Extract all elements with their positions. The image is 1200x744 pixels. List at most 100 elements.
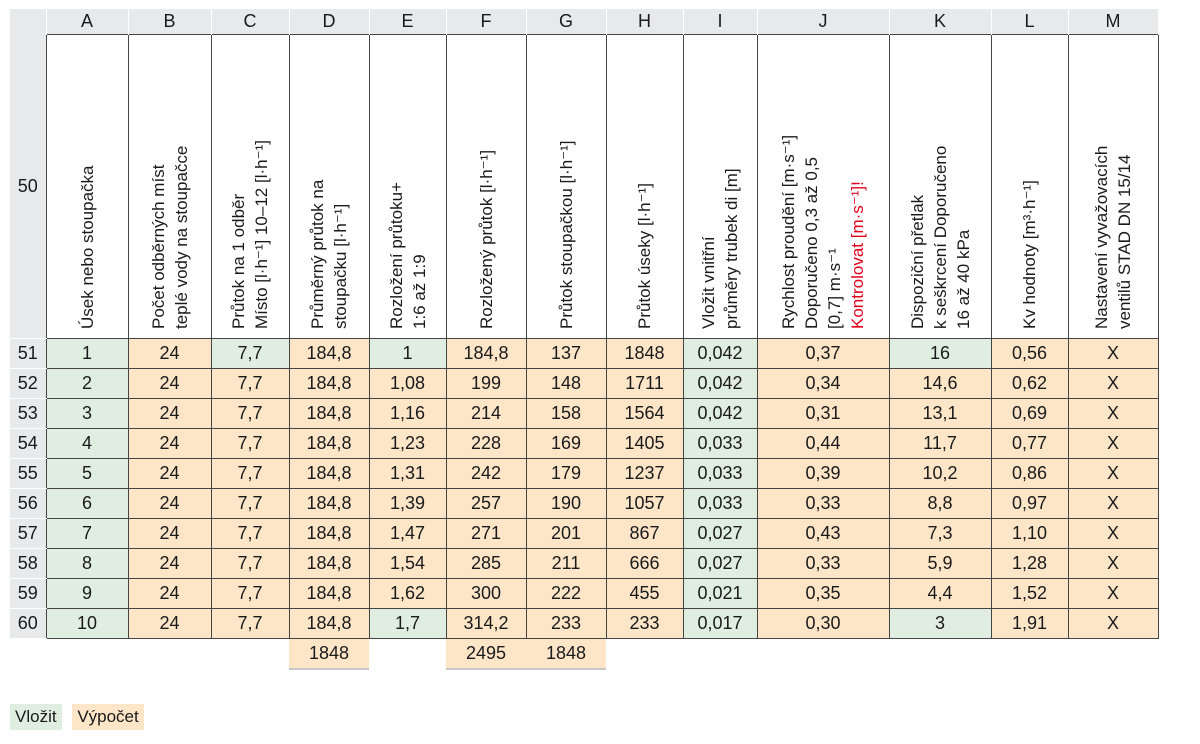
cell-b59[interactable]: 24 xyxy=(127,578,212,609)
cell-a51[interactable]: 1 xyxy=(45,338,129,369)
column-header-c[interactable]: C xyxy=(211,9,290,35)
header-cell-g[interactable]: Průtok stoupačkou [l·h⁻¹] xyxy=(525,34,607,339)
cell-g59[interactable]: 222 xyxy=(525,578,607,609)
cell-b52[interactable]: 24 xyxy=(127,368,212,399)
cell-b57[interactable]: 24 xyxy=(127,518,212,549)
cell-m59[interactable]: X xyxy=(1067,578,1159,609)
cell-i55[interactable]: 0,033 xyxy=(682,458,758,489)
cell-e60[interactable]: 1,7 xyxy=(368,608,447,639)
header-cell-e[interactable]: Rozložení průtoku+ 1:6 až 1:9 xyxy=(368,34,447,339)
cell-m58[interactable]: X xyxy=(1067,548,1159,579)
cell-b54[interactable]: 24 xyxy=(127,428,212,459)
cell-h59[interactable]: 455 xyxy=(605,578,684,609)
cell-c54[interactable]: 7,7 xyxy=(210,428,290,459)
cell-h52[interactable]: 1711 xyxy=(605,368,684,399)
column-header-h[interactable]: H xyxy=(606,9,684,35)
column-header-d[interactable]: D xyxy=(289,9,370,35)
cell-g53[interactable]: 158 xyxy=(525,398,607,429)
cell-e59[interactable]: 1,62 xyxy=(368,578,447,609)
cell-a53[interactable]: 3 xyxy=(45,398,129,429)
cell-l52[interactable]: 0,62 xyxy=(990,368,1069,399)
column-header-g[interactable]: G xyxy=(526,9,607,35)
cell-l54[interactable]: 0,77 xyxy=(990,428,1069,459)
cell-b53[interactable]: 24 xyxy=(127,398,212,429)
header-cell-c[interactable]: Průtok na 1 odběr Místo [l·h⁻¹] 10–12 [l·… xyxy=(210,34,290,339)
header-cell-l[interactable]: Kv hodnoty [m³·h⁻¹] xyxy=(990,34,1069,339)
cell-m56[interactable]: X xyxy=(1067,488,1159,519)
cell-i56[interactable]: 0,033 xyxy=(682,488,758,519)
cell-d58[interactable]: 184,8 xyxy=(288,548,370,579)
total-cell-f[interactable]: 2495 xyxy=(446,638,526,670)
cell-h54[interactable]: 1405 xyxy=(605,428,684,459)
row-number[interactable]: 60 xyxy=(10,608,46,639)
cell-d53[interactable]: 184,8 xyxy=(288,398,370,429)
cell-e52[interactable]: 1,08 xyxy=(368,368,447,399)
cell-f60[interactable]: 314,2 xyxy=(445,608,527,639)
cell-g60[interactable]: 233 xyxy=(525,608,607,639)
column-header-l[interactable]: L xyxy=(991,9,1069,35)
cell-f59[interactable]: 300 xyxy=(445,578,527,609)
cell-l58[interactable]: 1,28 xyxy=(990,548,1069,579)
total-cell-g[interactable]: 1848 xyxy=(526,638,606,670)
cell-j57[interactable]: 0,43 xyxy=(756,518,890,549)
cell-m54[interactable]: X xyxy=(1067,428,1159,459)
cell-d59[interactable]: 184,8 xyxy=(288,578,370,609)
column-header-b[interactable]: B xyxy=(128,9,212,35)
header-cell-h[interactable]: Průtok úseky [l·h⁻¹] xyxy=(605,34,684,339)
cell-j54[interactable]: 0,44 xyxy=(756,428,890,459)
cell-i53[interactable]: 0,042 xyxy=(682,398,758,429)
cell-i60[interactable]: 0,017 xyxy=(682,608,758,639)
cell-e58[interactable]: 1,54 xyxy=(368,548,447,579)
cell-i59[interactable]: 0,021 xyxy=(682,578,758,609)
header-cell-j[interactable]: Rychlost proudění [m·s⁻¹] Doporučeno 0,3 … xyxy=(756,34,890,339)
cell-h55[interactable]: 1237 xyxy=(605,458,684,489)
cell-d60[interactable]: 184,8 xyxy=(288,608,370,639)
cell-m55[interactable]: X xyxy=(1067,458,1159,489)
cell-l51[interactable]: 0,56 xyxy=(990,338,1069,369)
cell-f57[interactable]: 271 xyxy=(445,518,527,549)
cell-k55[interactable]: 10,2 xyxy=(888,458,992,489)
cell-i51[interactable]: 0,042 xyxy=(682,338,758,369)
cell-k54[interactable]: 11,7 xyxy=(888,428,992,459)
cell-m60[interactable]: X xyxy=(1067,608,1159,639)
cell-l60[interactable]: 1,91 xyxy=(990,608,1069,639)
cell-g58[interactable]: 211 xyxy=(525,548,607,579)
row-number[interactable]: 51 xyxy=(10,338,46,369)
cell-j56[interactable]: 0,33 xyxy=(756,488,890,519)
cell-a52[interactable]: 2 xyxy=(45,368,129,399)
cell-c51[interactable]: 7,7 xyxy=(210,338,290,369)
cell-e56[interactable]: 1,39 xyxy=(368,488,447,519)
column-header-k[interactable]: K xyxy=(889,9,992,35)
cell-f56[interactable]: 257 xyxy=(445,488,527,519)
cell-m57[interactable]: X xyxy=(1067,518,1159,549)
cell-c53[interactable]: 7,7 xyxy=(210,398,290,429)
cell-k60[interactable]: 3 xyxy=(888,608,992,639)
cell-a54[interactable]: 4 xyxy=(45,428,129,459)
cell-h56[interactable]: 1057 xyxy=(605,488,684,519)
cell-c56[interactable]: 7,7 xyxy=(210,488,290,519)
cell-h53[interactable]: 1564 xyxy=(605,398,684,429)
cell-m53[interactable]: X xyxy=(1067,398,1159,429)
column-header-j[interactable]: J xyxy=(757,9,890,35)
cell-f51[interactable]: 184,8 xyxy=(445,338,527,369)
column-header-e[interactable]: E xyxy=(369,9,447,35)
header-cell-d[interactable]: Průměrný průtok na stoupačku [l·h⁻¹] xyxy=(288,34,370,339)
cell-m51[interactable]: X xyxy=(1067,338,1159,369)
cell-e55[interactable]: 1,31 xyxy=(368,458,447,489)
row-number[interactable]: 55 xyxy=(10,458,46,489)
row-number[interactable]: 54 xyxy=(10,428,46,459)
total-cell-d[interactable]: 1848 xyxy=(289,638,369,670)
cell-g54[interactable]: 169 xyxy=(525,428,607,459)
cell-h60[interactable]: 233 xyxy=(605,608,684,639)
cell-j55[interactable]: 0,39 xyxy=(756,458,890,489)
row-number[interactable]: 58 xyxy=(10,548,46,579)
cell-h51[interactable]: 1848 xyxy=(605,338,684,369)
cell-c55[interactable]: 7,7 xyxy=(210,458,290,489)
cell-j51[interactable]: 0,37 xyxy=(756,338,890,369)
cell-c59[interactable]: 7,7 xyxy=(210,578,290,609)
cell-c60[interactable]: 7,7 xyxy=(210,608,290,639)
cell-l59[interactable]: 1,52 xyxy=(990,578,1069,609)
cell-g51[interactable]: 137 xyxy=(525,338,607,369)
cell-i54[interactable]: 0,033 xyxy=(682,428,758,459)
cell-l55[interactable]: 0,86 xyxy=(990,458,1069,489)
